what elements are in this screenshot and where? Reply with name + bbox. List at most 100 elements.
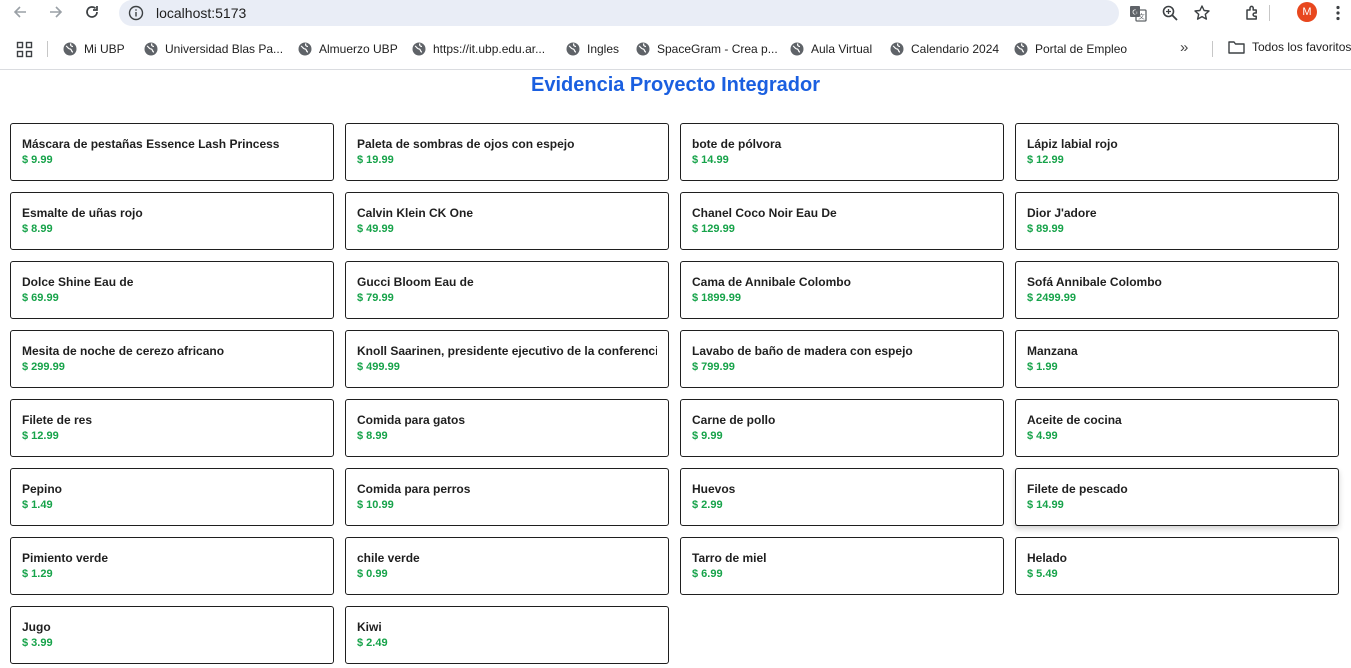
bookmark-label: SpaceGram - Crea p... [657, 42, 778, 56]
product-price: $ 12.99 [22, 430, 59, 442]
product-price: $ 2.49 [357, 637, 388, 649]
product-price: $ 9.99 [22, 154, 53, 166]
product-name: Tarro de miel [692, 551, 767, 565]
product-card[interactable]: Calvin Klein CK One $ 49.99 [345, 192, 669, 250]
bookmark-label: Calendario 2024 [911, 42, 1000, 56]
bookmarks-divider [1212, 41, 1213, 57]
product-name: Kiwi [357, 620, 382, 634]
reload-icon[interactable] [80, 1, 104, 23]
product-card[interactable]: Filete de res $ 12.99 [10, 399, 334, 457]
product-price: $ 1.29 [22, 568, 53, 580]
product-name: Pepino [22, 482, 63, 496]
product-card[interactable]: Dolce Shine Eau de $ 69.99 [10, 261, 334, 319]
product-name: Filete de res [22, 413, 93, 427]
product-card[interactable]: Huevos $ 2.99 [680, 468, 1004, 526]
bookmark-aula-virtual[interactable]: Aula Virtual [790, 40, 872, 58]
product-card[interactable]: Helado $ 5.49 [1015, 537, 1339, 595]
product-card[interactable]: Tarro de miel $ 6.99 [680, 537, 1004, 595]
product-card[interactable]: Filete de pescado $ 14.99 [1015, 468, 1339, 526]
more-bookmarks-button[interactable]: » [1180, 39, 1188, 56]
globe-icon [790, 42, 804, 56]
product-name: Dior J'adore [1027, 206, 1097, 220]
site-info-icon[interactable] [128, 5, 144, 21]
bookmark-it-ubp[interactable]: https://it.ubp.edu.ar... [412, 40, 545, 58]
apps-grid-icon[interactable] [16, 41, 33, 58]
product-name: Calvin Klein CK One [357, 206, 474, 220]
bookmark-calendario-2024[interactable]: Calendario 2024 [890, 40, 999, 58]
product-name: Gucci Bloom Eau de [357, 275, 474, 289]
product-name: chile verde [357, 551, 420, 565]
product-card[interactable]: Comida para perros $ 10.99 [345, 468, 669, 526]
bookmark-almuerzo-ubp[interactable]: Almuerzo UBP [298, 40, 398, 58]
product-card[interactable]: chile verde $ 0.99 [345, 537, 669, 595]
product-card[interactable]: Cama de Annibale Colombo $ 1899.99 [680, 261, 1004, 319]
product-price: $ 79.99 [357, 292, 394, 304]
bookmark-label: Ingles [587, 42, 620, 56]
product-card[interactable]: Dior J'adore $ 89.99 [1015, 192, 1339, 250]
product-card[interactable]: Pimiento verde $ 1.29 [10, 537, 334, 595]
product-card[interactable]: Máscara de pestañas Essence Lash Princes… [10, 123, 334, 181]
product-card[interactable]: Mesita de noche de cerezo africano $ 299.… [10, 330, 334, 388]
product-card[interactable]: Sofá Annibale Colombo $ 2499.99 [1015, 261, 1339, 319]
bookmarks-divider [47, 41, 48, 57]
product-card[interactable]: Esmalte de uñas rojo $ 8.99 [10, 192, 334, 250]
product-price: $ 129.99 [692, 223, 735, 235]
product-name: Comida para perros [357, 482, 471, 496]
back-arrow-icon[interactable] [8, 1, 32, 23]
product-card[interactable]: Knoll Saarinen, presidente ejecutivo de … [345, 330, 669, 388]
product-price: $ 8.99 [22, 223, 53, 235]
product-card[interactable]: bote de pólvora $ 14.99 [680, 123, 1004, 181]
translate-icon[interactable]: G文 [1128, 3, 1148, 23]
bookmark-folder-label: Todos los favoritos [1252, 40, 1351, 54]
product-card[interactable]: Comida para gatos $ 8.99 [345, 399, 669, 457]
bookmark-universidad-blas-pascal[interactable]: Universidad Blas Pa... [144, 40, 283, 58]
product-card[interactable]: Pepino $ 1.49 [10, 468, 334, 526]
product-name: Sofá Annibale Colombo [1027, 275, 1162, 289]
bookmark-mi-ubp[interactable]: Mi UBP [63, 40, 125, 58]
product-card[interactable]: Aceite de cocina $ 4.99 [1015, 399, 1339, 457]
address-bar[interactable]: localhost:5173 G文 [119, 0, 1210, 26]
product-card[interactable]: Paleta de sombras de ojos con espejo $ 19… [345, 123, 669, 181]
forward-arrow-icon[interactable] [44, 1, 68, 23]
product-card[interactable]: Lavabo de baño de madera con espejo $ 799… [680, 330, 1004, 388]
extensions-icon[interactable] [1242, 2, 1264, 24]
product-price: $ 10.99 [357, 499, 394, 511]
product-price: $ 5.49 [1027, 568, 1058, 580]
product-name: Filete de pescado [1027, 482, 1128, 496]
all-bookmarks-folder[interactable]: Todos los favoritos [1228, 40, 1351, 54]
product-name: Esmalte de uñas rojo [22, 206, 143, 220]
product-grid: Máscara de pestañas Essence Lash Princes… [10, 123, 1340, 664]
globe-icon [412, 42, 426, 56]
product-card[interactable]: Carne de pollo $ 9.99 [680, 399, 1004, 457]
product-price: $ 14.99 [1027, 499, 1064, 511]
zoom-icon[interactable] [1160, 3, 1180, 23]
page-title: Evidencia Proyecto Integrador [531, 74, 820, 96]
product-price: $ 1.99 [1027, 361, 1058, 373]
globe-icon [1014, 42, 1028, 56]
toolbar-divider [1268, 2, 1270, 24]
product-card[interactable]: Kiwi $ 2.49 [345, 606, 669, 664]
avatar[interactable]: M [1297, 2, 1317, 22]
product-price: $ 19.99 [357, 154, 394, 166]
product-price: $ 0.99 [357, 568, 388, 580]
product-card[interactable]: Manzana $ 1.99 [1015, 330, 1339, 388]
bookmark-ingles[interactable]: Ingles [566, 40, 619, 58]
product-card[interactable]: Gucci Bloom Eau de $ 79.99 [345, 261, 669, 319]
product-card[interactable]: Jugo $ 3.99 [10, 606, 334, 664]
bookmark-label: Portal de Empleo [1035, 42, 1128, 56]
product-price: $ 1899.99 [692, 292, 741, 304]
product-price: $ 8.99 [357, 430, 388, 442]
chrome-divider [0, 69, 1351, 70]
folder-icon [1228, 41, 1245, 54]
bookmark-spacegram[interactable]: SpaceGram - Crea p... [636, 40, 778, 58]
bookmark-portal-de-empleo[interactable]: Portal de Empleo [1014, 40, 1127, 58]
product-card[interactable]: Chanel Coco Noir Eau De $ 129.99 [680, 192, 1004, 250]
globe-icon [636, 42, 650, 56]
product-card[interactable]: Lápiz labial rojo $ 12.99 [1015, 123, 1339, 181]
globe-icon [566, 42, 580, 56]
kebab-menu-icon[interactable] [1331, 2, 1345, 24]
product-price: $ 3.99 [22, 637, 53, 649]
product-name: Lápiz labial rojo [1027, 137, 1118, 151]
star-icon[interactable] [1192, 3, 1212, 23]
url-text[interactable]: localhost:5173 [156, 5, 246, 21]
